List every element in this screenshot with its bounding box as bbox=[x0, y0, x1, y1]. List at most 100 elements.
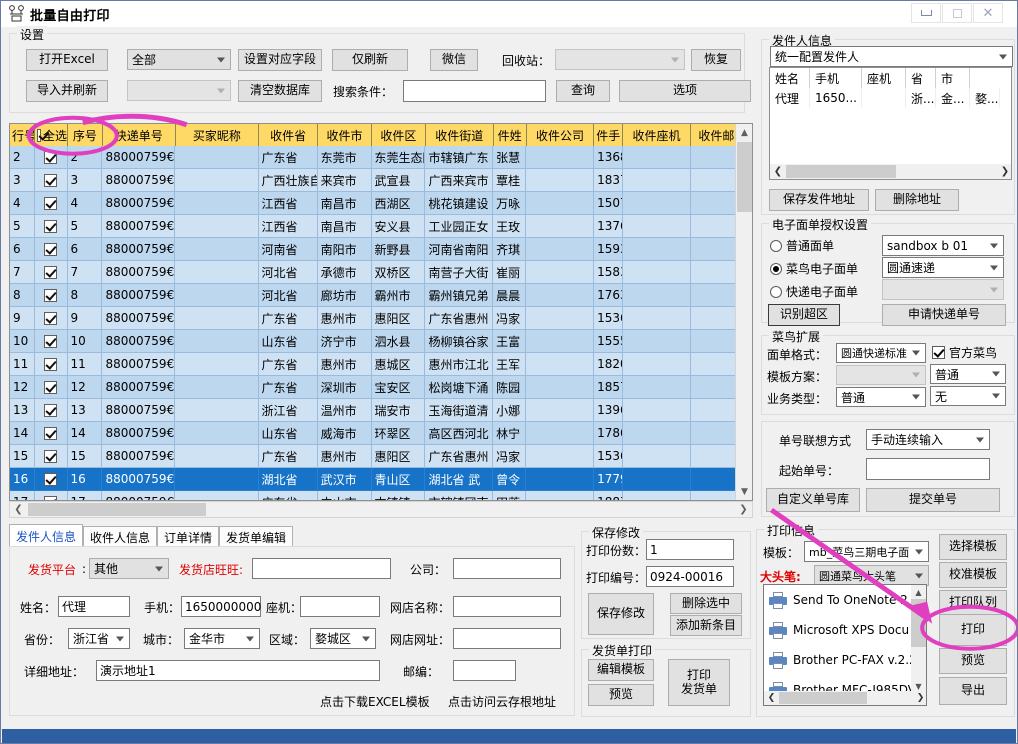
print-queue-button[interactable]: 打印队列 bbox=[939, 590, 1007, 616]
table-cell[interactable] bbox=[526, 399, 595, 422]
sender-list-cell[interactable]: 1650... bbox=[810, 88, 862, 108]
grid-column-header[interactable]: 序号 bbox=[68, 124, 103, 146]
table-cell[interactable]: 4 bbox=[67, 192, 103, 215]
table-cell[interactable]: 桃花镇建设 bbox=[425, 192, 494, 215]
table-cell[interactable]: 张慧 bbox=[493, 146, 527, 169]
row-checkbox[interactable] bbox=[44, 196, 58, 210]
table-cell[interactable]: 武宣县 bbox=[371, 169, 426, 192]
printer-list[interactable]: Send To OneNote 2 Microsoft XPS Docu Broth… bbox=[763, 584, 927, 706]
table-cell[interactable] bbox=[526, 146, 595, 169]
biztype-combo[interactable]: 普通 bbox=[836, 387, 926, 407]
table-cell[interactable]: 湖北省 武 bbox=[425, 468, 494, 491]
table-cell[interactable]: 12 bbox=[10, 376, 35, 399]
table-cell[interactable]: 惠州市 bbox=[317, 445, 372, 468]
table-cell[interactable]: 1396 bbox=[594, 399, 624, 422]
table-cell[interactable] bbox=[526, 284, 595, 307]
recognize-outofrange-button[interactable]: 识别超区 bbox=[768, 304, 840, 326]
table-cell[interactable]: 王军 bbox=[493, 353, 527, 376]
table-cell[interactable]: 河北省 bbox=[258, 284, 318, 307]
table-cell[interactable]: 11 bbox=[10, 353, 35, 376]
table-cell[interactable]: 王玫 bbox=[493, 215, 527, 238]
scroll-left-icon[interactable]: ❮ bbox=[10, 502, 27, 517]
tab-2[interactable]: 订单详情 bbox=[157, 526, 220, 548]
printer-list-vscroll-thumb[interactable] bbox=[911, 599, 926, 647]
restore-button[interactable]: 恢复 bbox=[691, 49, 741, 71]
print-number-input[interactable]: 0924-00016 bbox=[646, 566, 734, 587]
table-cell[interactable]: 3 bbox=[10, 169, 35, 192]
table-cell[interactable]: 古镇镇 bbox=[371, 491, 426, 500]
grid-column-header[interactable]: 行号 bbox=[10, 124, 35, 146]
table-cell[interactable]: 14 bbox=[10, 422, 35, 445]
scroll-right-icon[interactable]: ❯ bbox=[913, 691, 926, 704]
table-cell[interactable]: 7 bbox=[67, 261, 103, 284]
table-cell[interactable]: 江西省 bbox=[258, 192, 318, 215]
grid-column-header[interactable]: 收件省 bbox=[259, 124, 319, 146]
table-cell[interactable] bbox=[526, 169, 595, 192]
export-button[interactable]: 导出 bbox=[939, 677, 1007, 705]
table-row[interactable]: 5588000759€江西省南昌市安义县工业园正女王玫1376 bbox=[10, 215, 744, 238]
table-row[interactable]: 111188000759€广东省惠州市惠城区惠州市江北王军1820 bbox=[10, 353, 744, 376]
scroll-down-icon[interactable]: ▼ bbox=[736, 483, 752, 500]
table-cell[interactable]: 广东省 bbox=[258, 445, 318, 468]
table-cell[interactable] bbox=[175, 376, 259, 399]
table-row[interactable]: 121288000759€广东省深圳市宝安区松岗塘下涌陈园1857 bbox=[10, 376, 744, 399]
table-cell[interactable]: 2 bbox=[10, 146, 35, 169]
company-input[interactable] bbox=[453, 558, 561, 579]
custom-number-library-button[interactable]: 自定义单号库 bbox=[766, 488, 860, 512]
table-cell[interactable]: 广东省 bbox=[258, 376, 318, 399]
table-cell[interactable]: 1376 bbox=[594, 215, 624, 238]
table-cell[interactable]: 16 bbox=[67, 468, 103, 491]
table-cell[interactable]: 9 bbox=[67, 307, 103, 330]
table-cell[interactable] bbox=[175, 238, 259, 261]
table-row[interactable]: 6688000759€河南省南阳市新野县河南省南阳齐琪1593 bbox=[10, 238, 744, 261]
table-cell[interactable]: 88000759€ bbox=[102, 376, 176, 399]
clear-database-button[interactable]: 清空数据库 bbox=[238, 80, 322, 102]
table-cell[interactable] bbox=[34, 238, 68, 261]
grid-column-header[interactable]: 全选 bbox=[34, 124, 68, 146]
table-cell[interactable]: 宝安区 bbox=[371, 376, 426, 399]
table-cell[interactable]: 12 bbox=[67, 376, 103, 399]
table-cell[interactable]: 88000759€ bbox=[102, 169, 176, 192]
table-cell[interactable]: 1779 bbox=[594, 468, 624, 491]
row-checkbox[interactable] bbox=[44, 242, 58, 256]
table-cell[interactable]: 安义县 bbox=[371, 215, 426, 238]
table-cell[interactable]: 2 bbox=[67, 146, 103, 169]
refresh-only-button[interactable]: 仅刷新 bbox=[332, 49, 408, 71]
table-cell[interactable]: 5 bbox=[67, 215, 103, 238]
printer-list-item[interactable]: Brother PC-FAX v.2.2 bbox=[764, 645, 926, 675]
print-button[interactable]: 打印 bbox=[939, 614, 1007, 646]
grid-column-header[interactable]: 收件区 bbox=[371, 124, 426, 146]
table-cell[interactable]: 17 bbox=[10, 491, 35, 500]
table-cell[interactable]: 1763 bbox=[594, 284, 624, 307]
orders-grid[interactable]: 行号 全选 序号 快递单号 买家昵称 收件省 收件市 收件区 收件街道 件姓 收件公司 件手 收件座机收… bbox=[9, 123, 753, 501]
radio-express-waybill[interactable]: 快递电子面单 bbox=[770, 283, 858, 300]
table-row[interactable]: 9988000759€广东省惠州市惠阳区广东省惠州冯家1536 bbox=[10, 307, 744, 330]
wechat-button[interactable]: 微信 bbox=[430, 49, 478, 71]
grid-body[interactable]: 2288000759€广东省东莞市东莞生态园市辖镇广东张慧13683388000… bbox=[10, 146, 744, 500]
table-cell[interactable] bbox=[526, 215, 595, 238]
table-cell[interactable] bbox=[34, 468, 68, 491]
table-cell[interactable]: 万咏 bbox=[493, 192, 527, 215]
table-cell[interactable]: 1536 bbox=[594, 307, 624, 330]
table-cell[interactable]: 崔丽 bbox=[493, 261, 527, 284]
table-cell[interactable]: 济宁市 bbox=[317, 330, 372, 353]
table-cell[interactable] bbox=[34, 146, 68, 169]
table-cell[interactable]: 冯家 bbox=[493, 445, 527, 468]
open-excel-button[interactable]: 打开Excel bbox=[26, 49, 108, 71]
table-cell[interactable]: 4 bbox=[10, 192, 35, 215]
row-checkbox[interactable] bbox=[44, 380, 58, 394]
table-cell[interactable]: 瑞安市 bbox=[371, 399, 426, 422]
grid-column-header[interactable]: 买家昵称 bbox=[175, 124, 260, 146]
table-cell[interactable]: 市辖镇冈南 bbox=[425, 491, 494, 500]
sender-list-column-header[interactable]: 省 bbox=[906, 68, 936, 88]
printer-list-vscrollbar[interactable]: ▲ ▼ bbox=[911, 585, 926, 693]
bigpen-combo[interactable]: 圆通菜鸟大头笔 bbox=[814, 565, 929, 586]
table-cell[interactable] bbox=[526, 376, 595, 399]
row-checkbox[interactable] bbox=[44, 219, 58, 233]
tab-3[interactable]: 发货单编辑 bbox=[219, 526, 294, 548]
table-cell[interactable]: 承德市 bbox=[317, 261, 372, 284]
filter-combo-secondary[interactable] bbox=[127, 80, 231, 101]
table-cell[interactable]: 11 bbox=[67, 353, 103, 376]
scroll-right-icon[interactable]: ❯ bbox=[735, 502, 752, 517]
table-cell[interactable] bbox=[34, 376, 68, 399]
